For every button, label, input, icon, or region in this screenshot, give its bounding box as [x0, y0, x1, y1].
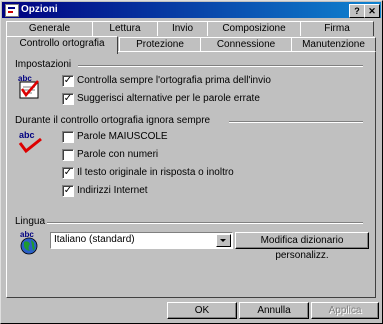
close-button[interactable]: ✕ [364, 4, 380, 18]
tab-invio[interactable]: Invio [157, 21, 208, 36]
svg-text:abc: abc [20, 230, 34, 239]
app-icon [5, 4, 19, 17]
checkbox-suggest-alternatives[interactable]: ✓ [62, 93, 74, 105]
tab-composizione[interactable]: Composizione [207, 21, 301, 36]
svg-text:abc: abc [19, 130, 35, 140]
abc-globe-icon: abc [20, 230, 38, 255]
edit-dictionary-button[interactable]: Modifica dizionario personalizz. [235, 232, 369, 261]
apply-button[interactable]: Applica [311, 302, 379, 319]
tab-protezione[interactable]: Protezione [119, 37, 201, 52]
tab-generale[interactable]: Generale [6, 21, 93, 36]
checkbox-check-before-send[interactable]: ✓ [62, 75, 74, 87]
abc-spellcheck-icon: abc [18, 74, 39, 99]
tab-lettura[interactable]: Lettura [92, 21, 158, 36]
divider [47, 222, 363, 224]
svg-text:abc: abc [18, 74, 32, 83]
tab-connessione[interactable]: Connessione [200, 37, 292, 52]
label-internet-addresses: Indirizzi Internet [77, 185, 148, 196]
label-check-before-send: Controlla sempre l'ortografia prima dell… [77, 75, 271, 86]
abc-spellcheck-icon: abc [18, 130, 42, 154]
checkbox-internet-addresses[interactable]: ✓ [62, 185, 74, 197]
divider [229, 121, 363, 123]
language-select-value: Italiano (standard) [54, 234, 135, 245]
tab-manutenzione[interactable]: Manutenzione [291, 37, 376, 52]
ignora-heading: Durante il controllo ortografia ignora s… [15, 115, 211, 126]
language-select[interactable]: Italiano (standard) [50, 232, 233, 249]
chevron-down-icon[interactable] [216, 234, 231, 247]
label-uppercase-words: Parole MAIUSCOLE [77, 131, 168, 142]
options-dialog: Opzioni ? ✕ Generale Lettura Invio Compo… [0, 0, 383, 324]
window-title: Opzioni [21, 4, 58, 15]
label-words-with-numbers: Parole con numeri [77, 149, 159, 160]
ok-button[interactable]: OK [167, 302, 237, 319]
checkbox-words-with-numbers[interactable] [62, 149, 74, 161]
tab-firma[interactable]: Firma [300, 21, 374, 36]
label-original-text: Il testo originale in risposta o inoltro [77, 167, 234, 178]
divider [78, 65, 363, 67]
help-button[interactable]: ? [349, 4, 365, 18]
label-suggest-alternatives: Suggerisci alternative per le parole err… [77, 93, 260, 104]
impostazioni-heading: Impostazioni [15, 59, 72, 70]
title-bar[interactable]: Opzioni ? ✕ [2, 2, 381, 18]
checkbox-uppercase-words[interactable] [62, 131, 74, 143]
checkbox-original-text[interactable]: ✓ [62, 167, 74, 179]
tab-controllo-ortografia[interactable]: Controllo ortografia [6, 36, 118, 54]
lingua-heading: Lingua [15, 216, 46, 227]
cancel-button[interactable]: Annulla [239, 302, 309, 319]
